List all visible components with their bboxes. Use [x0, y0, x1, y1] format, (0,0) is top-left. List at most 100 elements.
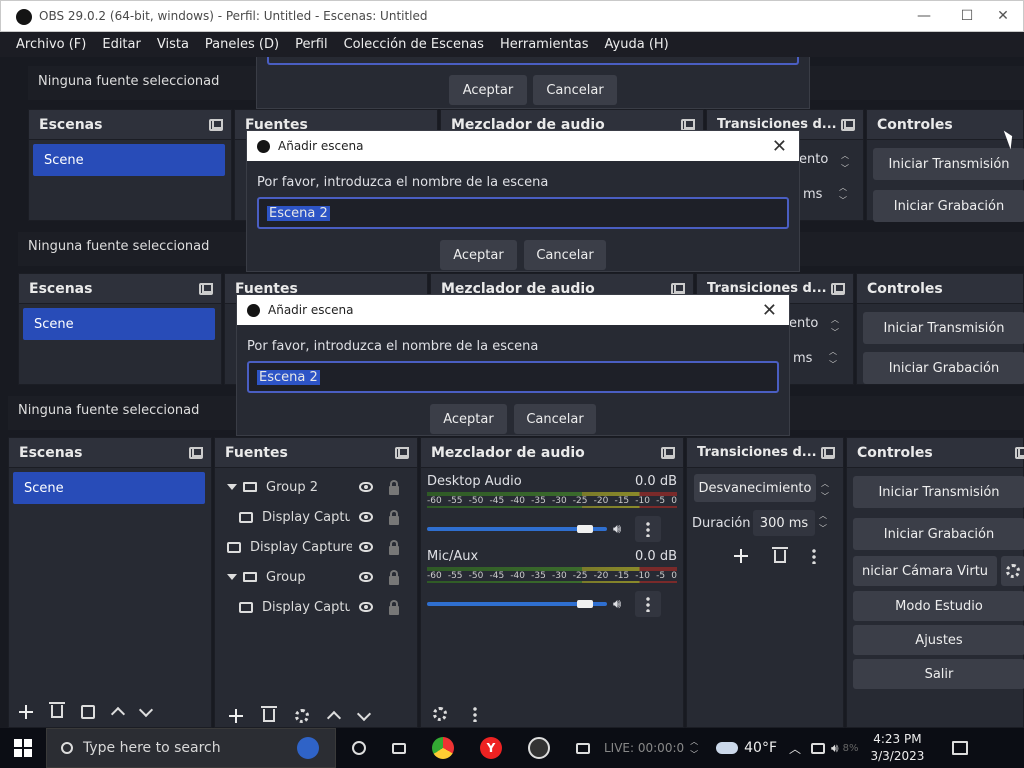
source-properties-icon[interactable]: [295, 708, 309, 723]
spinner[interactable]: ︿ ﹀: [841, 150, 849, 174]
visibility-eye-icon[interactable]: [359, 602, 373, 612]
start-streaming-button[interactable]: Iniciar Transmisión: [863, 312, 1024, 344]
scene-name-input[interactable]: Escena 2: [247, 361, 779, 393]
taskbar-search[interactable]: Type here to search: [46, 728, 336, 768]
menu-item-2[interactable]: Vista: [157, 37, 189, 52]
obs-taskbar-icon[interactable]: [528, 737, 550, 759]
expand-icon[interactable]: [227, 484, 237, 490]
start-recording-button[interactable]: Iniciar Grabación: [863, 352, 1024, 384]
exit-button[interactable]: Salir: [853, 659, 1024, 689]
spinner[interactable]: ︿ ﹀: [831, 314, 839, 338]
clock[interactable]: 4:23 PM 3/3/2023: [870, 731, 924, 765]
duration-spinner[interactable]: ︿ ﹀: [819, 510, 827, 534]
scene-list-item[interactable]: Scene: [23, 308, 215, 340]
close-button[interactable]: ✕: [985, 5, 1021, 27]
chrome-icon[interactable]: [432, 737, 454, 759]
terminal-icon[interactable]: [576, 742, 590, 754]
undock-icon[interactable]: [841, 118, 855, 131]
transition-type-select[interactable]: Desvanecimiento: [694, 474, 816, 502]
start-recording-button[interactable]: Iniciar Grabación: [873, 190, 1024, 222]
slider-knob[interactable]: [576, 525, 593, 533]
ok-button[interactable]: Aceptar: [440, 240, 517, 270]
transition-properties-icon[interactable]: [812, 548, 816, 564]
source-row[interactable]: Group 2: [215, 472, 417, 502]
lock-icon[interactable]: [389, 570, 399, 585]
lock-icon[interactable]: [389, 510, 399, 525]
scene-name-input[interactable]: Escena 2: [257, 197, 789, 229]
source-row[interactable]: Display Capture 2: [215, 532, 417, 562]
visibility-eye-icon[interactable]: [359, 512, 373, 522]
bing-icon[interactable]: [296, 737, 319, 759]
start-button[interactable]: [0, 739, 46, 757]
volume-slider[interactable]: [427, 600, 607, 608]
yandex-icon[interactable]: Y: [480, 737, 502, 759]
start-recording-button[interactable]: Iniciar Grabación: [853, 518, 1024, 550]
speaker-icon[interactable]: 🔊︎: [613, 597, 621, 612]
cancel-button[interactable]: Cancelar: [514, 404, 596, 434]
channel-menu-button[interactable]: [635, 516, 662, 542]
duration-input[interactable]: 300 ms: [753, 510, 815, 536]
ok-button[interactable]: Aceptar: [430, 404, 507, 434]
move-up-icon[interactable]: [110, 706, 126, 722]
add-transition-icon[interactable]: [734, 549, 748, 563]
visibility-eye-icon[interactable]: [359, 542, 373, 552]
move-down-icon[interactable]: [138, 702, 154, 717]
expand-icon[interactable]: [227, 574, 237, 580]
visibility-eye-icon[interactable]: [359, 572, 373, 582]
menu-item-4[interactable]: Perfil: [295, 37, 328, 52]
add-source-icon[interactable]: [229, 708, 243, 723]
undock-icon[interactable]: [681, 118, 695, 131]
cortana-icon[interactable]: [352, 741, 366, 755]
notifications-icon[interactable]: [952, 741, 969, 755]
remove-transition-icon[interactable]: [772, 546, 788, 563]
menu-item-5[interactable]: Colección de Escenas: [344, 37, 484, 52]
visibility-eye-icon[interactable]: [359, 482, 373, 492]
move-down-icon[interactable]: [356, 706, 372, 721]
maximize-button[interactable]: ☐: [949, 5, 985, 27]
volume-slider[interactable]: [427, 525, 607, 533]
close-icon[interactable]: ✕: [772, 136, 787, 157]
menu-item-0[interactable]: Archivo (F): [16, 37, 86, 52]
speaker-icon[interactable]: 🔊︎: [613, 522, 621, 537]
move-up-icon[interactable]: [326, 710, 342, 726]
add-scene-icon[interactable]: [19, 704, 33, 719]
cancel-button[interactable]: Cancelar: [524, 240, 606, 270]
mixer-menu-icon[interactable]: [473, 706, 477, 722]
close-icon[interactable]: ✕: [762, 300, 777, 321]
minimize-button[interactable]: —: [906, 5, 942, 27]
undock-icon[interactable]: [671, 282, 685, 295]
settings-button[interactable]: Ajustes: [853, 625, 1024, 655]
undock-icon[interactable]: [821, 446, 835, 459]
undock-icon[interactable]: [831, 282, 845, 295]
remove-scene-icon[interactable]: [49, 702, 65, 718]
ok-button[interactable]: Aceptar: [449, 75, 527, 105]
taskbar-spinner[interactable]: ︿ ﹀: [690, 736, 698, 760]
virtual-camera-settings-button[interactable]: [1001, 556, 1024, 586]
lock-icon[interactable]: [389, 600, 399, 615]
task-view-icon[interactable]: [392, 742, 406, 754]
remove-source-icon[interactable]: [261, 706, 277, 722]
spinner[interactable]: ︿ ﹀: [839, 182, 847, 206]
menu-item-7[interactable]: Ayuda (H): [605, 37, 669, 52]
start-virtual-camera-button[interactable]: niciar Cámara Virtu: [853, 556, 997, 586]
scene-list-item[interactable]: Scene: [33, 144, 225, 176]
volume-icon[interactable]: 🔊︎: [831, 741, 839, 756]
advanced-audio-icon[interactable]: [433, 707, 447, 721]
spinner[interactable]: ︿ ﹀: [829, 346, 837, 370]
undock-icon[interactable]: [661, 446, 675, 459]
start-streaming-button[interactable]: Iniciar Transmisión: [853, 476, 1024, 508]
undock-icon[interactable]: [199, 282, 213, 295]
undock-icon[interactable]: [189, 446, 203, 459]
source-row[interactable]: Group: [215, 562, 417, 592]
undock-icon[interactable]: [395, 446, 409, 459]
menu-item-3[interactable]: Paneles (D): [205, 37, 279, 52]
source-row[interactable]: Display Captur: [215, 592, 417, 622]
cancel-button[interactable]: Cancelar: [533, 75, 617, 105]
menu-item-6[interactable]: Herramientas: [500, 37, 589, 52]
menu-item-1[interactable]: Editar: [102, 37, 141, 52]
transition-type-spinner[interactable]: ︿ ﹀: [821, 478, 829, 502]
undock-icon[interactable]: [1015, 446, 1024, 459]
scene-list-item[interactable]: Scene: [13, 472, 205, 504]
studio-mode-button[interactable]: Modo Estudio: [853, 591, 1024, 621]
slider-knob[interactable]: [576, 600, 593, 608]
